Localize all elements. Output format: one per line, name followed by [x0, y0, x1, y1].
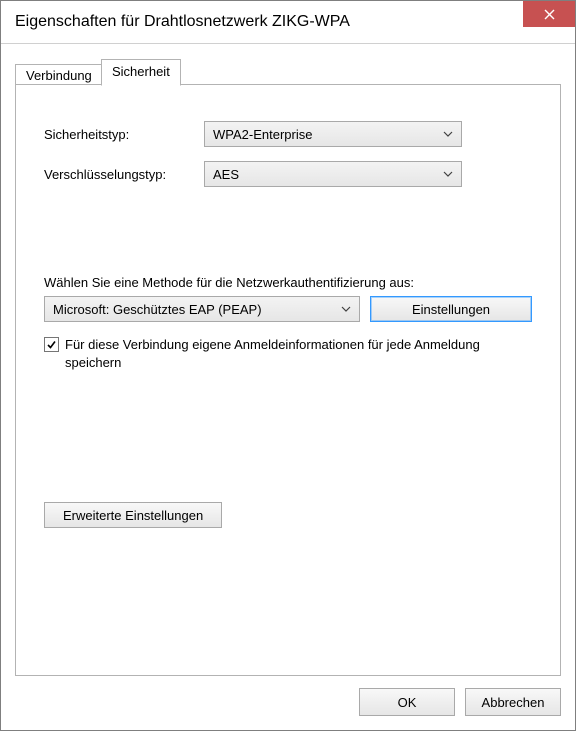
- settings-button-label: Einstellungen: [412, 302, 490, 317]
- dialog-buttons: OK Abbrechen: [359, 688, 561, 716]
- row-security-type: Sicherheitstyp: WPA2-Enterprise: [44, 121, 532, 147]
- title-bar: Eigenschaften für Drahtlosnetzwerk ZIKG-…: [1, 1, 575, 44]
- tab-strip: Verbindung Sicherheit: [15, 59, 561, 85]
- tab-panel-security: Sicherheitstyp: WPA2-Enterprise Verschlü…: [15, 84, 561, 676]
- label-security-type: Sicherheitstyp:: [44, 127, 204, 142]
- tab-connection[interactable]: Verbindung: [15, 64, 103, 85]
- close-button[interactable]: [523, 1, 575, 27]
- window-title: Eigenschaften für Drahtlosnetzwerk ZIKG-…: [1, 13, 350, 31]
- row-advanced-settings: Erweiterte Einstellungen: [44, 502, 532, 528]
- advanced-settings-button-label: Erweiterte Einstellungen: [63, 508, 203, 523]
- close-icon: [544, 9, 555, 20]
- advanced-settings-button[interactable]: Erweiterte Einstellungen: [44, 502, 222, 528]
- label-encryption-type: Verschlüsselungstyp:: [44, 167, 204, 182]
- cancel-button[interactable]: Abbrechen: [465, 688, 561, 716]
- select-auth-method-value: Microsoft: Geschütztes EAP (PEAP): [53, 302, 262, 317]
- chevron-down-icon: [443, 131, 453, 137]
- auth-method-row: Microsoft: Geschütztes EAP (PEAP) Einste…: [44, 296, 532, 322]
- cancel-button-label: Abbrechen: [482, 695, 545, 710]
- checkmark-icon: [46, 339, 57, 350]
- label-auth-method: Wählen Sie eine Methode für die Netzwerk…: [44, 275, 532, 290]
- ok-button[interactable]: OK: [359, 688, 455, 716]
- checkbox-remember-credentials[interactable]: [44, 337, 59, 352]
- tab-security[interactable]: Sicherheit: [101, 59, 181, 86]
- client-area: Verbindung Sicherheit Sicherheitstyp: WP…: [1, 43, 575, 730]
- select-encryption-type[interactable]: AES: [204, 161, 462, 187]
- chevron-down-icon: [341, 306, 351, 312]
- select-auth-method[interactable]: Microsoft: Geschütztes EAP (PEAP): [44, 296, 360, 322]
- ok-button-label: OK: [398, 695, 417, 710]
- select-security-type-value: WPA2-Enterprise: [213, 127, 312, 142]
- chevron-down-icon: [443, 171, 453, 177]
- select-security-type[interactable]: WPA2-Enterprise: [204, 121, 462, 147]
- select-encryption-type-value: AES: [213, 167, 239, 182]
- row-encryption-type: Verschlüsselungstyp: AES: [44, 161, 532, 187]
- settings-button[interactable]: Einstellungen: [370, 296, 532, 322]
- label-remember-credentials: Für diese Verbindung eigene Anmeldeinfor…: [65, 336, 484, 372]
- auth-method-section: Wählen Sie eine Methode für die Netzwerk…: [44, 275, 532, 372]
- row-remember-credentials: Für diese Verbindung eigene Anmeldeinfor…: [44, 336, 484, 372]
